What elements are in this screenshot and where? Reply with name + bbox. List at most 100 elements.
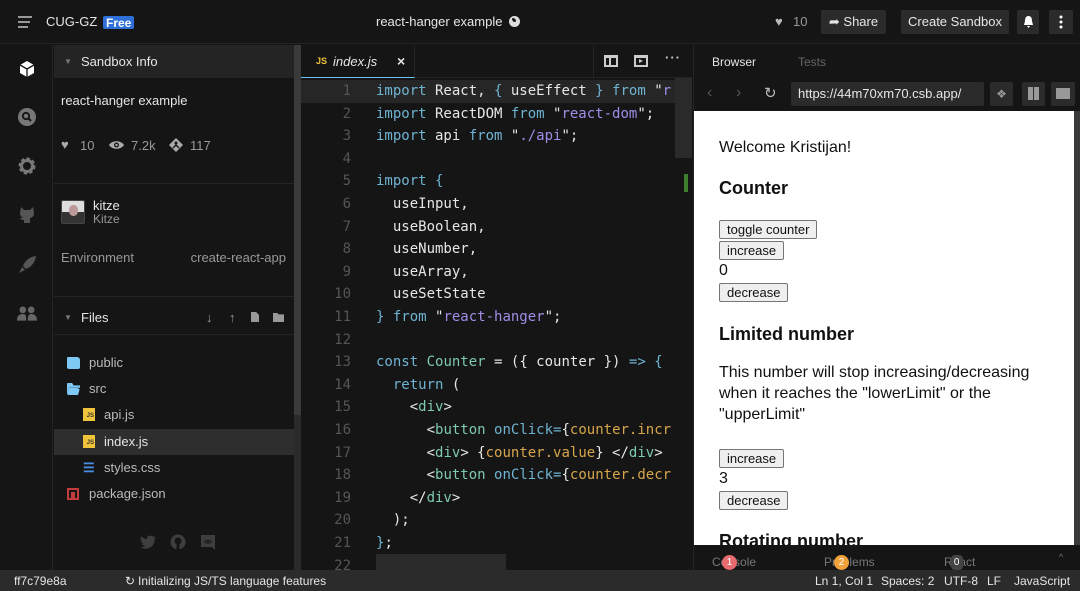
code-line[interactable]: 6 useInput,	[301, 193, 692, 216]
new-file-icon[interactable]	[251, 312, 259, 322]
devtools-toggle-button[interactable]: ❖	[990, 82, 1013, 106]
editor-scrollbar[interactable]	[675, 78, 692, 158]
tab-console[interactable]: Console 1	[712, 550, 756, 570]
url-bar[interactable]: https://44m70xm70.csb.app/	[791, 82, 984, 106]
line-ending[interactable]: LF	[987, 574, 1001, 588]
code-text: <div> {counter.value} </div>	[376, 444, 663, 461]
sandbox-info-icon[interactable]	[17, 59, 37, 79]
open-new-window-button[interactable]	[1022, 82, 1045, 106]
live-collab-icon[interactable]	[17, 304, 37, 324]
line-number: 10	[334, 286, 351, 303]
download-icon[interactable]: ↓	[206, 302, 213, 334]
menu-icon[interactable]	[18, 16, 32, 28]
file-tree-item[interactable]: public	[54, 350, 294, 376]
horizontal-scrollbar[interactable]	[376, 554, 506, 570]
code-line[interactable]: 4	[301, 148, 692, 171]
file-tree-item[interactable]: JS api.js	[54, 402, 294, 428]
tab-index-js[interactable]: JS index.js ×	[301, 45, 415, 78]
indentation[interactable]: Spaces: 2	[881, 574, 934, 588]
chevron-up-icon[interactable]: ^	[1059, 552, 1063, 562]
code-line[interactable]: 1 import React, { useEffect } from "r	[301, 80, 692, 103]
increase-button[interactable]: increase	[719, 449, 785, 468]
line-number: 17	[334, 444, 351, 461]
code-line[interactable]: 8 useNumber,	[301, 238, 692, 261]
code-line[interactable]: 12	[301, 329, 692, 352]
code-line[interactable]: 14 return (	[301, 374, 692, 397]
settings-icon[interactable]	[17, 156, 37, 176]
sandbox-title[interactable]: react-hanger example	[376, 14, 502, 29]
line-number: 12	[334, 331, 351, 348]
code-line[interactable]: 10 useSetState	[301, 283, 692, 306]
file-tree-item[interactable]: ☰ styles.css	[54, 455, 294, 481]
file-tree-item-active[interactable]: JS index.js	[54, 429, 294, 455]
toggle-counter-button[interactable]: toggle counter	[719, 220, 818, 239]
github-icon[interactable]	[170, 534, 186, 550]
more-horizontal-icon[interactable]: ···	[665, 50, 681, 65]
code-area[interactable]: 1 import React, { useEffect } from "r 2 imp…	[301, 78, 692, 570]
line-number: 1	[342, 83, 351, 99]
tab-problems[interactable]: Problems 2	[824, 550, 875, 570]
files-header[interactable]: ▼ Files ↓ ↑	[54, 302, 294, 334]
status-bar: ff7c79e8a ↻ Initializing JS/TS language …	[0, 570, 1080, 591]
search-icon[interactable]	[17, 107, 37, 127]
share-button[interactable]: ➦ Share	[821, 10, 886, 34]
preview-viewport: Welcome Kristijan! Counter toggle counte…	[694, 111, 1074, 545]
language-mode[interactable]: JavaScript	[1014, 574, 1070, 588]
cursor-position[interactable]: Ln 1, Col 1	[815, 574, 873, 588]
twitter-icon[interactable]	[140, 534, 156, 550]
sidebar-scrollbar[interactable]	[294, 45, 301, 570]
notifications-button[interactable]	[1017, 10, 1039, 34]
git-change-marker	[684, 174, 688, 192]
decrease-button[interactable]: decrease	[719, 491, 789, 510]
split-view-icon[interactable]	[604, 55, 618, 67]
windows-button[interactable]	[1051, 82, 1075, 106]
code-line[interactable]: 16 <button onClick={counter.incr	[301, 419, 692, 442]
code-line[interactable]: 7 useBoolean,	[301, 216, 692, 239]
code-line[interactable]: 15 <div>	[301, 396, 692, 419]
code-line[interactable]: 9 useArray,	[301, 261, 692, 284]
more-menu-button[interactable]	[1049, 10, 1073, 34]
refresh-icon[interactable]: ↻	[764, 84, 777, 102]
code-line[interactable]: 20 );	[301, 509, 692, 532]
folder-icon	[67, 357, 80, 369]
forward-icon[interactable]: ›	[736, 84, 741, 102]
preview-scrollbar[interactable]	[1074, 111, 1080, 545]
code-line[interactable]: 5 import {	[301, 170, 692, 193]
tab-react-devtools[interactable]: React DevTools 0	[944, 550, 993, 583]
close-icon[interactable]: ×	[397, 53, 405, 69]
author-username[interactable]: kitze	[93, 198, 120, 213]
preview-icon[interactable]	[634, 55, 648, 67]
code-line[interactable]: 18 <button onClick={counter.decr	[301, 464, 692, 487]
tab-tests[interactable]: Tests	[798, 55, 826, 69]
line-number: 13	[334, 354, 351, 371]
file-tree-item[interactable]: package.json	[54, 481, 294, 507]
encoding[interactable]: UTF-8	[944, 574, 978, 588]
code-line[interactable]: 13 const Counter = ({ counter }) => {	[301, 351, 692, 374]
avatar[interactable]	[61, 200, 85, 224]
code-line[interactable]: 2 import ReactDOM from "react-dom";	[301, 103, 692, 126]
new-folder-icon[interactable]	[273, 313, 284, 322]
create-sandbox-button[interactable]: Create Sandbox	[901, 10, 1009, 34]
heart-icon[interactable]: ♥	[775, 14, 783, 29]
code-line[interactable]: 11} from "react-hanger";	[301, 306, 692, 329]
back-icon[interactable]: ‹	[707, 84, 712, 102]
deploy-rocket-icon[interactable]	[17, 255, 37, 275]
file-tree-item[interactable]: src	[54, 376, 294, 402]
line-number: 15	[334, 399, 351, 416]
upload-icon[interactable]: ↑	[229, 302, 236, 334]
code-line[interactable]: 21};	[301, 532, 692, 555]
heart-icon: ♥	[61, 137, 69, 152]
increase-button[interactable]: increase	[719, 241, 785, 260]
code-line[interactable]: 17 <div> {counter.value} </div>	[301, 442, 692, 465]
caret-down-icon: ▼	[64, 313, 72, 322]
file-name: api.js	[104, 407, 135, 422]
sandbox-info-header[interactable]: ▼ Sandbox Info	[54, 45, 294, 78]
share-icon: ➦	[828, 14, 844, 29]
discord-icon[interactable]	[200, 534, 216, 550]
code-line[interactable]: 19 </div>	[301, 487, 692, 510]
tab-browser[interactable]: Browser	[712, 55, 756, 69]
code-line[interactable]: 3 import api from "./api";	[301, 125, 692, 148]
github-icon[interactable]	[17, 205, 37, 225]
forks-count: 117	[190, 138, 211, 153]
decrease-button[interactable]: decrease	[719, 283, 789, 302]
